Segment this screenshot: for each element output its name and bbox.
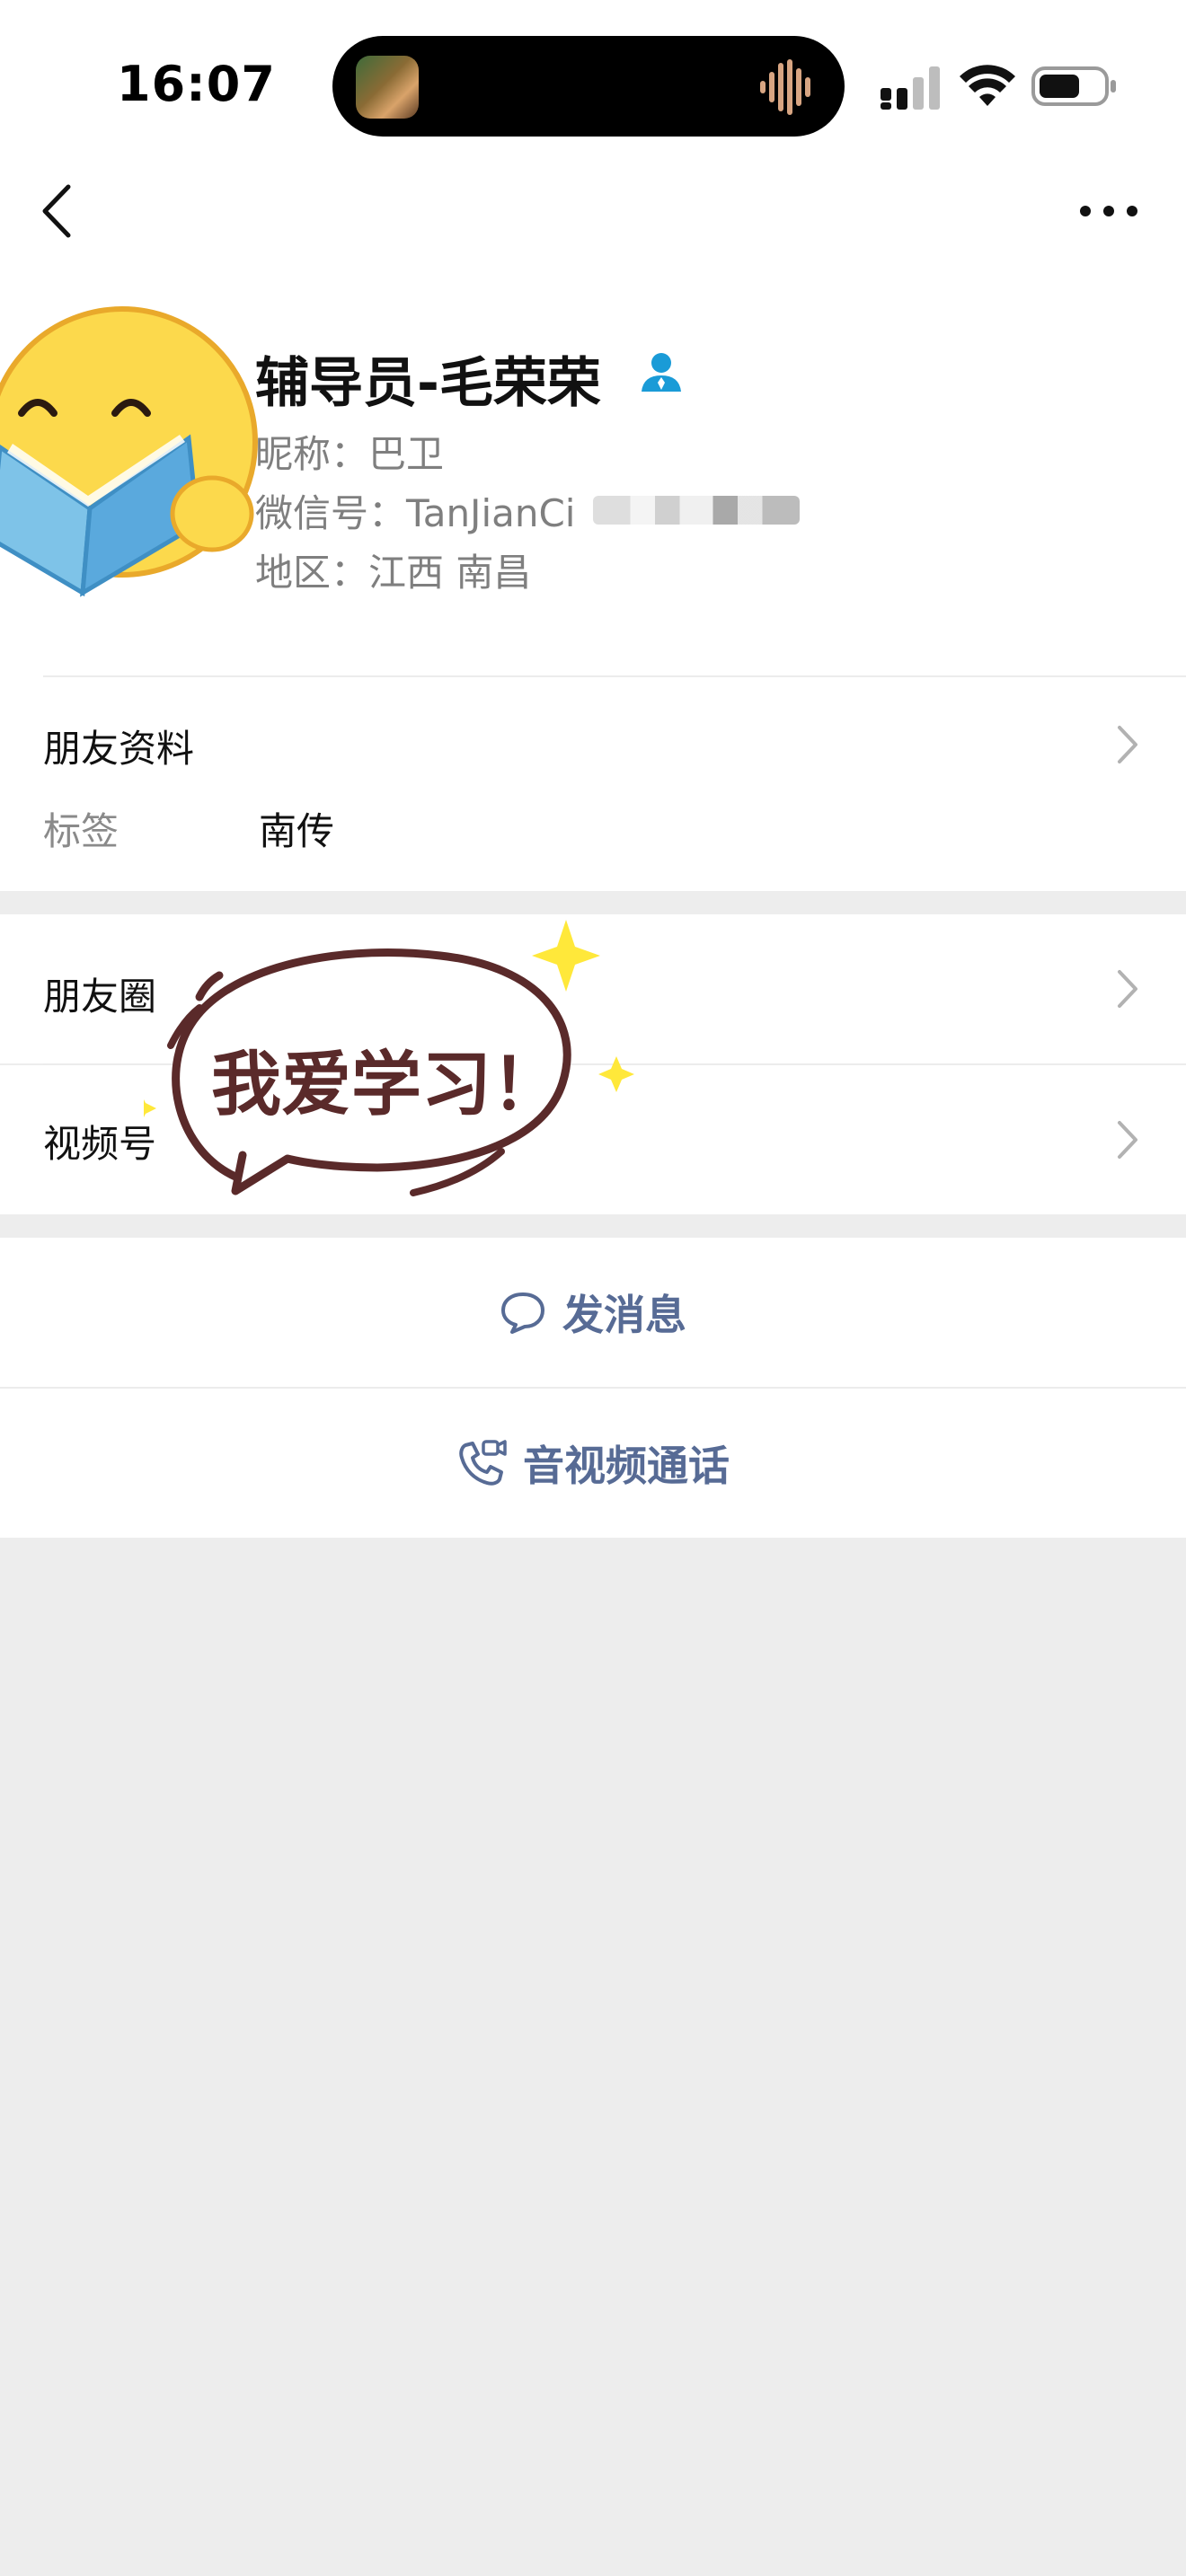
battery-icon	[1031, 66, 1116, 106]
tag-value: 南传	[259, 809, 335, 853]
back-chevron-icon[interactable]	[32, 180, 86, 243]
friend-info-label: 朋友资料	[43, 727, 195, 771]
moments-label: 朋友圈	[43, 975, 157, 1019]
audio-wave-icon	[760, 59, 810, 115]
region-text: 地区：江西 南昌	[255, 551, 532, 595]
av-call-button[interactable]: 音视频通话	[0, 1389, 1186, 1538]
now-playing-artwork-icon	[356, 56, 419, 119]
redaction-mask	[593, 496, 800, 525]
cellular-signal-icon	[881, 66, 940, 110]
chevron-right-icon	[1118, 970, 1137, 1008]
status-time: 16:07	[117, 56, 276, 112]
more-dots-icon[interactable]	[1073, 189, 1145, 234]
person-badge-icon	[642, 353, 681, 392]
study-sticker: 我爱学习！	[144, 920, 634, 1196]
sticker-text: 我爱学习！	[211, 1045, 562, 1125]
chat-bubble-icon	[501, 1292, 544, 1334]
nickname-text: 昵称：巴卫	[255, 432, 445, 476]
avatar-emoji-reading[interactable]	[0, 304, 266, 609]
nav-header	[0, 162, 1186, 287]
tag-label: 标签	[43, 809, 119, 853]
phone-video-icon	[459, 1440, 507, 1486]
wifi-icon	[960, 65, 1015, 106]
chevron-right-icon	[1118, 1121, 1137, 1159]
av-call-label: 音视频通话	[523, 1442, 730, 1490]
channels-label: 视频号	[43, 1122, 157, 1166]
wechat-id-text: 微信号：TanJianCi	[255, 491, 576, 535]
friend-info-row[interactable]	[0, 677, 1186, 891]
contact-name: 辅导员-毛荣荣	[255, 352, 601, 415]
chevron-right-icon	[1118, 726, 1137, 763]
